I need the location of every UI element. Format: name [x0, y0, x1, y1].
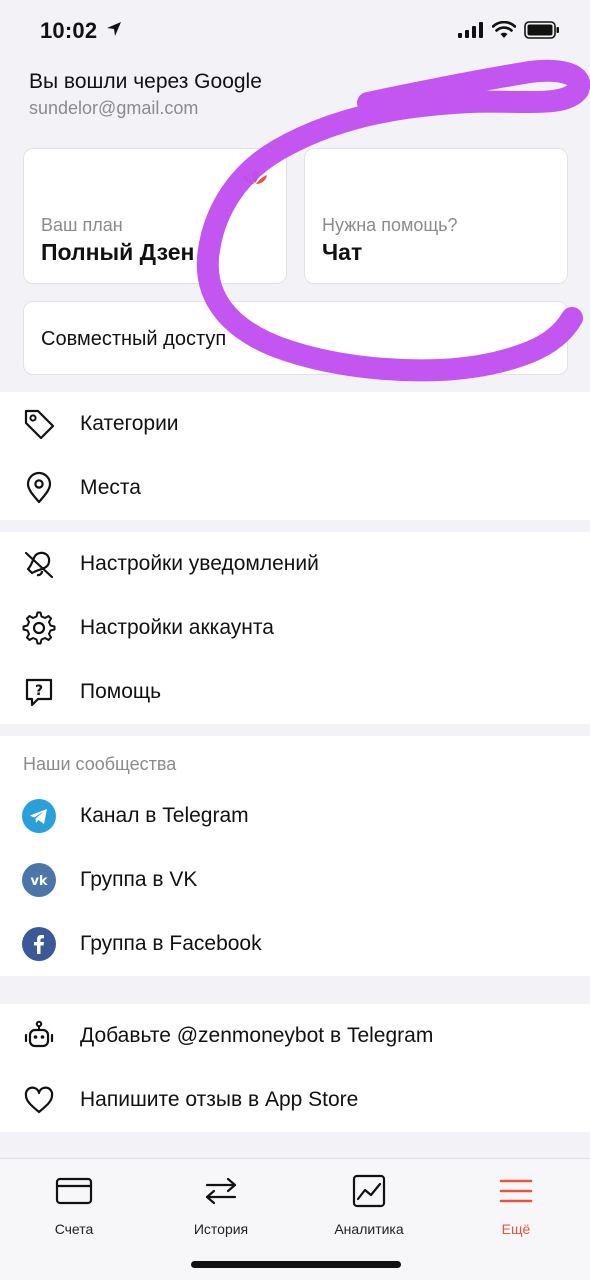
tag-icon	[22, 407, 56, 441]
menu-item-telegram-channel[interactable]: Канал в Telegram	[0, 784, 590, 848]
svg-text:?: ?	[35, 683, 43, 699]
menu-item-label: Добавьте @zenmoneybot в Telegram	[80, 1024, 434, 1047]
tab-label: История	[193, 1221, 249, 1237]
facebook-icon	[22, 927, 56, 961]
tab-label: Счета	[54, 1221, 94, 1237]
menu-item-help[interactable]: ? Помощь	[0, 660, 590, 724]
tab-label: Аналитика	[334, 1221, 404, 1237]
tab-more[interactable]: Ещё	[461, 1171, 571, 1237]
help-bubble-icon: ?	[22, 675, 56, 709]
menu-item-app-store-review[interactable]: Напишите отзыв в App Store	[0, 1068, 590, 1132]
status-icons	[458, 20, 560, 44]
menu-item-label: Настройки уведомлений	[80, 552, 319, 575]
tab-history[interactable]: История	[166, 1171, 276, 1237]
menu-item-label: Канал в Telegram	[80, 804, 249, 827]
help-label: Нужна помощь?	[322, 215, 458, 235]
menu-item-categories[interactable]: Категории	[0, 392, 590, 456]
menu-section-4: Добавьте @zenmoneybot в Telegram Напишит…	[0, 1004, 590, 1132]
menu-item-label: Напишите отзыв в App Store	[80, 1088, 359, 1111]
heart-icon	[22, 1083, 56, 1117]
menu-item-vk-group[interactable]: vk Группа в VK	[0, 848, 590, 912]
menu-item-label: Настройки аккаунта	[80, 616, 274, 639]
telegram-icon	[22, 799, 56, 833]
location-pin-icon	[22, 471, 56, 505]
home-indicator[interactable]	[191, 1261, 401, 1268]
plan-card[interactable]: Ваш план Полный Дзен	[23, 148, 287, 284]
swap-arrows-icon	[166, 1171, 276, 1211]
menu-item-facebook-group[interactable]: Группа в Facebook	[0, 912, 590, 976]
communities-section: Наши сообщества Канал в Telegram vk Груп…	[0, 736, 590, 976]
svg-text:vk: vk	[30, 874, 47, 889]
menu-item-notification-settings[interactable]: Настройки уведомлений	[0, 532, 590, 596]
menu-section-1: Категории Места	[0, 392, 590, 520]
account-email: sundelor@gmail.com	[29, 98, 199, 118]
menu-item-label: Группа в VK	[80, 868, 198, 891]
communities-header-label: Наши сообщества	[23, 754, 177, 774]
shared-access-label: Совместный доступ	[41, 328, 227, 350]
account-title: Вы вошли через Google	[29, 70, 262, 93]
location-arrow-icon	[106, 21, 122, 42]
tab-analytics[interactable]: Аналитика	[314, 1171, 424, 1237]
plan-label: Ваш план	[41, 215, 123, 235]
battery-icon	[524, 21, 560, 44]
menu-icon	[461, 1171, 571, 1211]
menu-item-label: Группа в Facebook	[80, 932, 262, 955]
gear-icon	[22, 611, 56, 645]
help-value: Чат	[322, 239, 363, 265]
shared-access-card[interactable]: Совместный доступ	[23, 301, 568, 375]
plan-value: Полный Дзен	[41, 239, 195, 265]
menu-item-label: Места	[80, 476, 141, 499]
vk-icon: vk	[22, 863, 56, 897]
tab-label: Ещё	[501, 1221, 531, 1237]
menu-item-zenmoneybot[interactable]: Добавьте @zenmoneybot в Telegram	[0, 1004, 590, 1068]
menu-item-places[interactable]: Места	[0, 456, 590, 520]
wifi-icon	[491, 20, 517, 44]
card-icon	[19, 1171, 129, 1211]
robot-icon	[22, 1019, 56, 1053]
status-time: 10:02	[40, 18, 98, 43]
menu-item-account-settings[interactable]: Настройки аккаунта	[0, 596, 590, 660]
signal-icon	[458, 22, 484, 43]
menu-item-label: Категории	[80, 412, 179, 435]
help-chat-card[interactable]: Нужна помощь? Чат	[304, 148, 568, 284]
bell-off-icon	[22, 547, 56, 581]
status-bar: 10:02	[0, 0, 590, 64]
menu-item-label: Помощь	[80, 680, 162, 703]
menu-section-2: Настройки уведомлений Настройки аккаунта…	[0, 532, 590, 724]
chart-icon	[314, 1171, 424, 1211]
communities-header: Наши сообщества	[0, 736, 590, 784]
zen-plan-icon	[238, 167, 272, 196]
tab-accounts[interactable]: Счета	[19, 1171, 129, 1237]
